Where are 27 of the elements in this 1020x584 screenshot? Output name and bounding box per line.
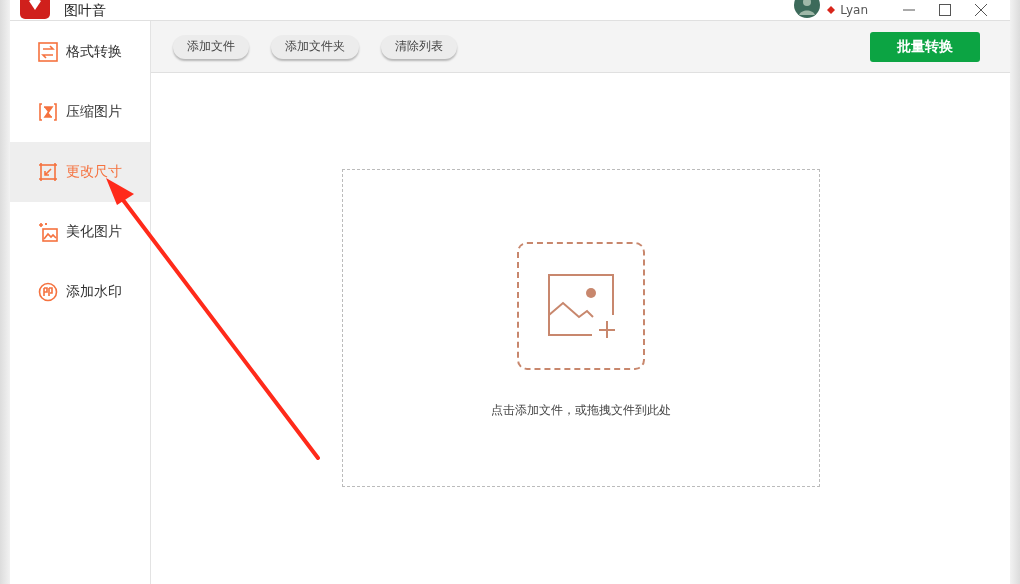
sidebar-label: 添加水印	[66, 283, 122, 301]
toolbar-button[interactable]: 添加文件夹	[271, 34, 359, 59]
maximize-icon[interactable]	[938, 3, 952, 17]
diamond-icon	[826, 5, 837, 15]
sidebar-label: 格式转换	[66, 43, 122, 61]
sidebar-item[interactable]: 美化图片	[10, 202, 150, 262]
seal-icon	[38, 282, 58, 302]
sidebar-label: 压缩图片	[66, 103, 122, 121]
toolbar-button[interactable]: 添加文件	[173, 34, 249, 59]
sidebar-label: 更改尺寸	[66, 163, 122, 181]
drop-hint: 点击添加文件，或拖拽文件到此处	[490, 402, 671, 419]
drop-zone[interactable]: 点击添加文件，或拖拽文件到此处	[341, 169, 820, 487]
window-title: 图叶音	[64, 1, 107, 19]
compress-icon	[38, 102, 58, 122]
add-file-area[interactable]	[516, 242, 645, 370]
toolbar-button[interactable]: 清除列表	[381, 34, 457, 59]
user-name[interactable]: Lyan	[840, 2, 868, 18]
avatar[interactable]	[794, 0, 821, 18]
close-icon[interactable]	[974, 3, 988, 17]
sidebar-item[interactable]: 添加水印	[10, 262, 150, 322]
sidebar-item[interactable]: 格式转换	[10, 22, 150, 82]
crop-icon	[38, 162, 58, 182]
swap-icon	[38, 42, 58, 62]
sidebar-label: 美化图片	[66, 223, 122, 241]
sidebar-item[interactable]: 压缩图片	[10, 82, 150, 142]
sparkle-image-icon	[38, 222, 58, 242]
add-image-icon	[545, 273, 616, 339]
